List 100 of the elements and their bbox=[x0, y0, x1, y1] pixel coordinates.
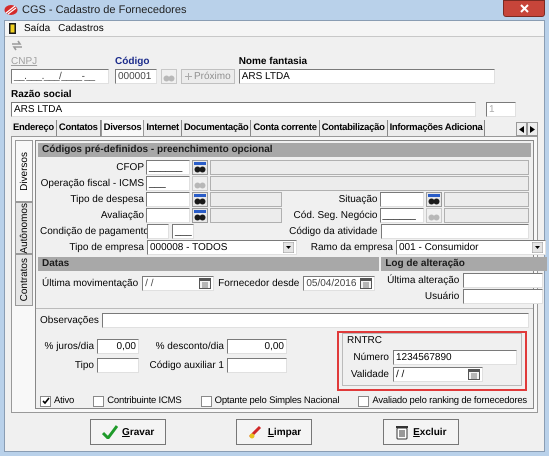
group-title: RNTRC bbox=[347, 334, 383, 348]
field-label: Razão social bbox=[11, 88, 73, 102]
dropdown[interactable]: 000008 - TODOS bbox=[147, 240, 297, 255]
input-field[interactable] bbox=[463, 289, 544, 304]
tab[interactable]: Diversos bbox=[100, 120, 144, 136]
eraser-icon bbox=[248, 425, 264, 439]
calendar-icon[interactable] bbox=[199, 278, 212, 289]
checkmark-icon bbox=[102, 425, 118, 439]
action-button[interactable]: Gravar bbox=[90, 419, 166, 445]
side-tab[interactable]: Contratos bbox=[15, 254, 33, 306]
refresh-icon[interactable] bbox=[11, 40, 23, 51]
caret-icon bbox=[283, 242, 294, 253]
input-field[interactable]: ARS LTDA bbox=[11, 102, 476, 117]
section-header: Códigos pré-definidos - preenchimento opcional bbox=[38, 143, 531, 157]
action-button[interactable]: Limpar bbox=[236, 419, 312, 445]
window-title: CGS - Cadastro de Fornecedores bbox=[22, 2, 188, 18]
search-button[interactable] bbox=[192, 160, 208, 175]
field-label: Código bbox=[115, 55, 150, 69]
input-field[interactable] bbox=[380, 192, 424, 207]
field-label: Validade bbox=[350, 368, 389, 382]
input-field[interactable]: 1234567890 bbox=[393, 350, 517, 365]
description-field bbox=[210, 208, 282, 223]
checkbox[interactable] bbox=[358, 396, 370, 407]
menu-item[interactable]: Cadastros bbox=[58, 21, 104, 36]
field-label: Situação bbox=[338, 193, 378, 207]
field-label: Cód. Seg. Negócio bbox=[292, 209, 378, 223]
input-field[interactable] bbox=[147, 224, 169, 239]
side-tab[interactable]: Autônomos bbox=[15, 202, 33, 254]
date-field[interactable]: / / bbox=[393, 367, 483, 382]
field-label: Operação fiscal - ICMS bbox=[40, 177, 144, 191]
field-label: Número bbox=[352, 351, 389, 365]
tab[interactable]: Endereço bbox=[11, 120, 57, 136]
search-button[interactable] bbox=[192, 192, 208, 207]
input-field[interactable] bbox=[463, 273, 544, 288]
checkbox[interactable] bbox=[200, 396, 212, 407]
binoculars-icon bbox=[194, 162, 206, 173]
calendar-icon[interactable] bbox=[360, 278, 372, 289]
checkbox[interactable] bbox=[93, 396, 104, 407]
door-icon bbox=[9, 23, 16, 34]
checkbox[interactable] bbox=[40, 396, 51, 407]
input-field[interactable]: ___ bbox=[172, 224, 194, 239]
side-tab[interactable]: Diversos bbox=[15, 140, 33, 202]
field-label: Nome fantasia bbox=[238, 55, 308, 69]
input-field[interactable]: __.___.___/____-__ bbox=[11, 69, 109, 84]
field-label: Tipo bbox=[74, 359, 94, 373]
input-field[interactable] bbox=[146, 192, 190, 207]
input-field[interactable]: ___ bbox=[146, 176, 190, 191]
calendar-icon[interactable] bbox=[468, 369, 480, 380]
date-field[interactable]: / / bbox=[142, 276, 214, 291]
checkbox-label: Contribuinte ICMS bbox=[107, 394, 182, 408]
search-button[interactable] bbox=[192, 208, 208, 223]
left-arrow-icon bbox=[519, 126, 524, 132]
field-label: Última movimentação bbox=[42, 276, 138, 291]
input-field[interactable] bbox=[227, 358, 287, 373]
section-header: Log de alteração bbox=[381, 257, 548, 271]
input-field[interactable]: 0,00 bbox=[97, 339, 139, 354]
field-label: Fornecedor desde bbox=[218, 277, 300, 291]
checkbox-label: Ativo bbox=[54, 394, 74, 408]
field-label: % juros/dia bbox=[44, 340, 94, 354]
tab[interactable]: Internet bbox=[144, 120, 182, 136]
tab[interactable]: Contabilização bbox=[320, 120, 388, 136]
search-button[interactable] bbox=[426, 192, 442, 207]
input-field[interactable]: 0,00 bbox=[227, 339, 287, 354]
input-field[interactable]: 000001 bbox=[115, 69, 157, 84]
field-label: Última alteração bbox=[386, 273, 460, 288]
action-button[interactable]: Excluir bbox=[382, 419, 459, 445]
input-field[interactable] bbox=[146, 208, 190, 223]
field-label: Ramo da empresa bbox=[310, 241, 393, 255]
tab[interactable]: Contatos bbox=[56, 120, 101, 136]
field-label: Usuário bbox=[424, 290, 460, 304]
trash-icon bbox=[395, 424, 410, 440]
input-field[interactable]: ______ bbox=[146, 160, 190, 175]
field-label: % desconto/dia bbox=[154, 340, 224, 354]
input-field[interactable] bbox=[102, 313, 529, 328]
field-label: Tipo de empresa bbox=[68, 241, 144, 255]
dropdown[interactable]: 001 - Consumidor bbox=[396, 240, 546, 255]
check-icon bbox=[42, 397, 50, 406]
input-field[interactable]: ARS LTDA bbox=[238, 69, 495, 84]
tab[interactable]: Informações Adiciona bbox=[388, 120, 486, 136]
checkbox-label: Avaliado pelo ranking de fornecedores bbox=[372, 394, 527, 408]
close-button[interactable] bbox=[503, 0, 545, 17]
scroll-right-button[interactable] bbox=[527, 122, 538, 136]
field-label: Código da atividade bbox=[288, 225, 378, 239]
date-field[interactable]: 05/04/2016 bbox=[303, 276, 376, 291]
menu-item[interactable]: Saída bbox=[24, 21, 50, 36]
field-label: Tipo de despesa bbox=[69, 193, 144, 207]
field-label: Avaliação bbox=[100, 209, 144, 223]
section-header: Datas bbox=[38, 257, 380, 271]
scroll-left-button[interactable] bbox=[516, 122, 527, 136]
close-icon bbox=[520, 4, 528, 13]
binoculars-icon bbox=[194, 210, 206, 221]
app-logo-icon bbox=[4, 4, 18, 16]
input-field[interactable] bbox=[380, 224, 529, 239]
checkbox-label: Optante pelo Simples Nacional bbox=[214, 394, 340, 408]
right-arrow-icon bbox=[530, 126, 535, 132]
input-field[interactable] bbox=[97, 358, 139, 373]
tab[interactable]: Documentação bbox=[182, 120, 252, 136]
tab[interactable]: Conta corrente bbox=[251, 120, 320, 136]
description-field bbox=[210, 192, 282, 207]
input-field[interactable]: ______ bbox=[380, 208, 424, 223]
